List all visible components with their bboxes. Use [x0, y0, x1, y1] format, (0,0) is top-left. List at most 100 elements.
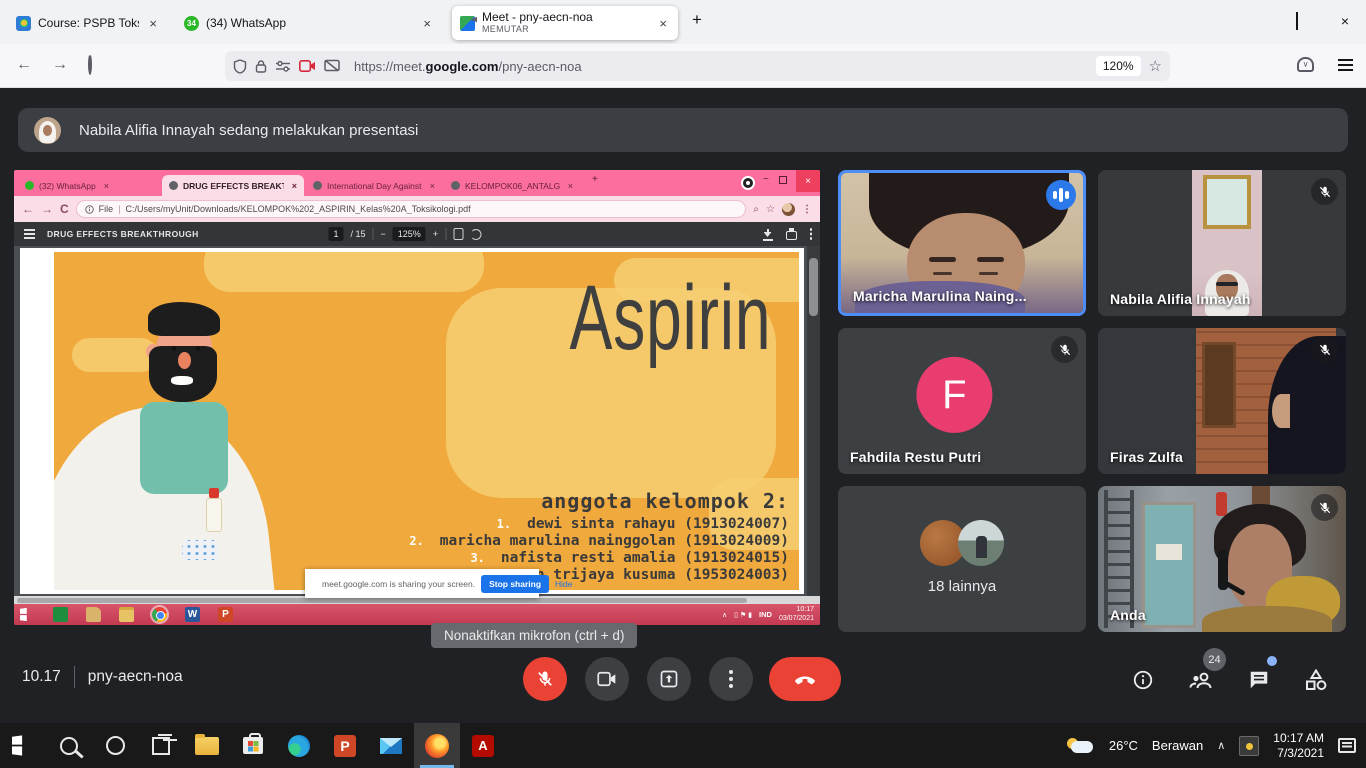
close-tab-icon[interactable]: × — [104, 181, 109, 191]
shared-new-tab-button[interactable]: + — [592, 174, 598, 185]
hide-sharing-bar-link[interactable]: Hide — [555, 579, 572, 589]
taskbar-search-button[interactable] — [46, 723, 92, 768]
pocket-icon[interactable]: ∧ — [1297, 57, 1314, 72]
tile-nabila[interactable]: Nabila Alifia Innayah — [1098, 170, 1346, 316]
camera-toggle-button[interactable] — [585, 657, 629, 701]
window-restore-button[interactable] — [1290, 14, 1304, 28]
tab-meet-active[interactable]: Meet - pny-aecn-noa MEMUTAR × — [452, 6, 678, 40]
chat-button[interactable] — [1246, 667, 1272, 693]
tile-anda[interactable]: Anda — [1098, 486, 1346, 632]
shared-close-button[interactable]: × — [796, 170, 820, 192]
chrome-menu-icon[interactable]: ⋮ — [802, 204, 812, 215]
start-button-icon[interactable] — [20, 607, 35, 622]
powerpoint-button[interactable]: P — [322, 723, 368, 768]
tab-whatsapp[interactable]: 34 (34) WhatsApp × — [176, 6, 442, 40]
mail-button[interactable] — [368, 723, 414, 768]
shared-tab-active[interactable]: DRUG EFFECTS BREAKTHROUGH × — [162, 175, 304, 196]
classroom-app-icon[interactable] — [53, 607, 68, 622]
word-app-icon[interactable]: W — [185, 607, 200, 622]
shared-screen[interactable]: (32) WhatsApp × DRUG EFFECTS BREAKTHROUG… — [14, 170, 820, 625]
forward-button[interactable]: → — [52, 56, 68, 74]
reload-button[interactable]: C — [60, 202, 69, 216]
acrobat-button[interactable]: A — [460, 723, 506, 768]
pdf-menu-icon[interactable] — [24, 229, 35, 231]
tile-maricha[interactable]: Maricha Marulina Naing... — [838, 170, 1086, 316]
shared-tab-drugday[interactable]: International Day Against Drug A × — [306, 175, 442, 196]
tab-course[interactable]: Course: PSPB Toksikologi A P.Bi × — [8, 6, 168, 40]
camera-in-use-icon[interactable] — [299, 60, 316, 72]
tile-firas[interactable]: Firas Zulfa — [1098, 328, 1346, 474]
close-tab-icon[interactable]: × — [568, 181, 573, 191]
more-options-button[interactable] — [709, 657, 753, 701]
stop-sharing-button[interactable]: Stop sharing — [481, 575, 549, 593]
file-explorer-button[interactable] — [184, 723, 230, 768]
close-tab-icon[interactable]: × — [656, 16, 670, 31]
profile-avatar[interactable] — [782, 203, 795, 216]
close-tab-icon[interactable]: × — [146, 16, 160, 31]
window-minimize-button[interactable] — [1242, 14, 1256, 28]
hangup-button[interactable] — [769, 657, 841, 701]
meeting-code: pny-aecn-noa — [88, 668, 183, 686]
app-icon[interactable] — [86, 607, 101, 622]
shared-minimize-button[interactable]: − — [763, 174, 769, 185]
weather-cloud-icon[interactable] — [1065, 738, 1095, 754]
weather-description[interactable]: Berawan — [1152, 738, 1203, 753]
tile-fahdila[interactable]: F Fahdila Restu Putri — [838, 328, 1086, 474]
firefox-button-active[interactable] — [414, 723, 460, 768]
system-clock[interactable]: 10:17 AM 7/3/2021 — [1273, 731, 1324, 761]
bookmark-star-icon[interactable]: ☆ — [766, 204, 775, 215]
lock-icon[interactable] — [255, 59, 267, 74]
new-tab-button[interactable]: + — [692, 10, 702, 30]
screenshare-blocked-icon[interactable] — [324, 59, 340, 73]
url-text[interactable]: https://meet.google.com/pny-aecn-noa — [354, 59, 1088, 74]
hidden-icons-chevron[interactable]: ∧ — [1217, 739, 1225, 752]
tray-app-icon[interactable] — [1239, 736, 1259, 756]
shield-icon[interactable] — [233, 59, 247, 74]
start-button[interactable] — [0, 723, 46, 768]
file-explorer-icon[interactable] — [119, 607, 134, 622]
tray-chevron-icon[interactable]: ∧ — [722, 611, 727, 619]
language-indicator[interactable]: IND — [759, 610, 772, 619]
pdf-print-icon[interactable] — [786, 231, 797, 240]
edge-button[interactable] — [276, 723, 322, 768]
zoom-search-icon[interactable]: ⌕ — [753, 204, 759, 215]
powerpoint-app-icon[interactable]: P — [218, 607, 233, 622]
pdf-vertical-scrollbar[interactable] — [807, 246, 820, 596]
participants-button[interactable] — [1188, 667, 1214, 693]
present-button[interactable] — [647, 657, 691, 701]
close-tab-icon[interactable]: × — [430, 181, 435, 191]
task-view-button[interactable] — [138, 723, 184, 768]
chrome-app-icon[interactable] — [152, 607, 167, 622]
pdf-rotate-icon[interactable] — [470, 229, 481, 240]
activities-button[interactable] — [1303, 667, 1329, 693]
menu-hamburger-icon[interactable] — [1338, 59, 1353, 61]
mic-toggle-button[interactable] — [523, 657, 567, 701]
back-button[interactable]: ← — [22, 202, 34, 216]
bookmark-star-icon[interactable]: ☆ — [1149, 57, 1162, 75]
tile-others[interactable]: 18 lainnya — [838, 486, 1086, 632]
window-close-button[interactable]: × — [1338, 14, 1352, 28]
reload-button[interactable] — [88, 56, 92, 74]
pdf-download-icon[interactable] — [763, 229, 773, 239]
close-tab-icon[interactable]: × — [420, 16, 434, 31]
pdf-fit-page-icon[interactable] — [453, 228, 463, 240]
pdf-zoom-in-button[interactable]: + — [433, 229, 438, 239]
microsoft-store-button[interactable] — [230, 723, 276, 768]
shared-tab-whatsapp[interactable]: (32) WhatsApp × — [18, 175, 160, 196]
forward-button[interactable]: → — [41, 202, 53, 216]
pdf-zoom-out-button[interactable]: − — [381, 229, 386, 239]
close-tab-icon[interactable]: × — [292, 181, 297, 191]
weather-temp[interactable]: 26°C — [1109, 738, 1138, 753]
permissions-icon[interactable] — [275, 60, 291, 72]
back-button[interactable]: ← — [16, 56, 32, 74]
pdf-page-current[interactable]: 1 — [328, 227, 343, 241]
shared-restore-button[interactable] — [779, 176, 787, 184]
action-center-icon[interactable] — [1338, 738, 1356, 753]
pdf-more-icon[interactable] — [810, 228, 813, 231]
zoom-level-chip[interactable]: 120% — [1096, 56, 1141, 76]
shared-url-field[interactable]: File | C:/Users/myUnit/Downloads/KELOMPO… — [76, 200, 747, 218]
shared-tab-antalgin[interactable]: KELOMPOK06_ANTALGIN.pdf × — [444, 175, 580, 196]
url-bar[interactable]: https://meet.google.com/pny-aecn-noa 120… — [225, 51, 1170, 81]
cortana-button[interactable] — [92, 723, 138, 768]
meeting-details-button[interactable] — [1130, 667, 1156, 693]
